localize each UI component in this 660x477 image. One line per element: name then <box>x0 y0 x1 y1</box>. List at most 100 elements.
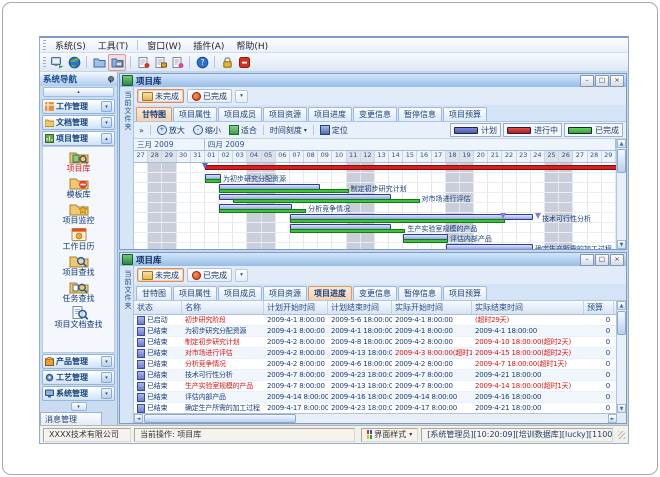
scroll-up-icon[interactable]: ▲ <box>617 301 626 310</box>
sidebar-item[interactable]: 工作日历 <box>43 227 114 252</box>
timescale-button[interactable]: 时间刻度▾ <box>268 125 309 136</box>
column-header-1[interactable]: 名称 <box>182 301 264 314</box>
table-row[interactable]: 已结束确定生产所需的加工过程2009-4-17 8:00:002009-4-23… <box>134 403 616 413</box>
tab-暂停信息[interactable]: 暂停信息 <box>398 286 442 300</box>
table-row[interactable]: 已结束生产实验室规模的产品2009-4-7 8:00:002009-4-13 1… <box>134 381 616 392</box>
window-titlebar[interactable]: 项目库 –□× <box>120 74 626 87</box>
tab-message-management[interactable]: 消息管理 <box>40 412 102 425</box>
column-header-2[interactable]: 计划开始时间 <box>264 301 328 314</box>
toolbar-overflow-button[interactable]: » <box>137 126 146 135</box>
sidebar-section-2[interactable]: 项目管理▴ <box>42 131 115 146</box>
interface-style-dropdown[interactable]: 界面样式 ▾ <box>361 428 418 442</box>
menu-item[interactable]: 插件(A) <box>187 38 230 53</box>
tab-变更信息[interactable]: 变更信息 <box>353 286 397 300</box>
section-toggle-button[interactable]: ▾ <box>101 101 112 112</box>
filter-incomplete-button[interactable]: 未完成 <box>137 268 184 282</box>
sidebar-item[interactable]: 项目查找 <box>43 253 114 278</box>
tab-项目资源[interactable]: 项目资源 <box>263 286 307 300</box>
sidebar-section-1[interactable]: 文档管理▾ <box>42 115 115 130</box>
summary-progress-bar[interactable] <box>205 165 616 170</box>
menubar-gripper[interactable] <box>43 40 46 50</box>
section-toggle-button[interactable]: ▾ <box>101 356 112 367</box>
table-row[interactable]: 已结束为初步研究分配资源2009-4-1 8:00:002009-4-1 18:… <box>134 326 616 337</box>
fit-button[interactable]: 适合 <box>227 125 259 136</box>
tab-项目进度[interactable]: 项目进度 <box>308 286 352 300</box>
tab-项目资源[interactable]: 项目资源 <box>263 107 307 121</box>
tab-项目预算[interactable]: 项目预算 <box>443 107 487 121</box>
menu-item[interactable]: 工具(T) <box>92 38 135 53</box>
tab-暂停信息[interactable]: 暂停信息 <box>398 107 442 121</box>
table-vscrollbar[interactable]: ▲ ▼ <box>616 301 626 413</box>
sidebar-section-3[interactable]: 产品管理▾ <box>42 354 115 369</box>
sidebar-section-0[interactable]: 工作管理▾ <box>42 99 115 114</box>
column-header-3[interactable]: 计划结束时间 <box>328 301 392 314</box>
scroll-left-icon[interactable]: ◄ <box>134 414 143 423</box>
tab-项目成员[interactable]: 项目成员 <box>218 107 262 121</box>
globe-icon[interactable] <box>66 55 82 70</box>
column-header-0[interactable]: 状态 <box>134 301 182 314</box>
minimize-button[interactable]: – <box>580 75 594 87</box>
close-button[interactable]: × <box>610 75 624 87</box>
sidebar-item[interactable]: 项目监控 <box>43 201 114 226</box>
folder-save-icon[interactable] <box>108 54 126 71</box>
close-button[interactable]: × <box>610 254 624 266</box>
filter-overflow-button[interactable]: ▾ <box>235 90 248 103</box>
gantt-body[interactable]: 为初步研究分配资源制定初步研究计划对市场进行评估分析竞争情况技术可行性分析生产实… <box>134 163 616 249</box>
report-mail-icon[interactable] <box>169 55 185 70</box>
pin-icon[interactable] <box>106 75 114 83</box>
scrollbar-thumb[interactable] <box>617 311 626 335</box>
zoom-in-button[interactable]: +放大 <box>155 125 187 136</box>
locate-button[interactable]: 定位 <box>318 125 350 136</box>
section-toggle-button[interactable]: ▾ <box>101 117 112 128</box>
tab-项目属性[interactable]: 项目属性 <box>173 107 217 121</box>
sidebar-item[interactable]: 项目文档查找 <box>43 305 114 330</box>
scroll-down-icon[interactable]: ▼ <box>617 404 626 413</box>
scrollbar-thumb[interactable] <box>144 414 296 423</box>
exit-icon[interactable] <box>236 55 252 70</box>
resize-grip[interactable] <box>618 431 625 439</box>
report-add-icon[interactable] <box>135 55 151 70</box>
table-hscrollbar[interactable]: ◄ ► <box>134 413 617 423</box>
tab-项目成员[interactable]: 项目成员 <box>218 286 262 300</box>
section-toggle-button[interactable]: ▾ <box>101 388 112 399</box>
filter-incomplete-button[interactable]: 未完成 <box>137 89 184 103</box>
scroll-right-icon[interactable]: ► <box>608 414 617 423</box>
filter-complete-button[interactable]: 已完成 <box>187 89 232 103</box>
sidebar-section-4[interactable]: 工艺管理▾ <box>42 370 115 385</box>
window-titlebar[interactable]: 项目库 –□× <box>120 253 626 266</box>
tab-项目预算[interactable]: 项目预算 <box>443 286 487 300</box>
toolbar-gripper[interactable] <box>43 57 46 67</box>
restore-button[interactable]: □ <box>595 75 609 87</box>
table-row[interactable]: 已结束评估内部产品2009-4-14 8:00:002009-4-16 18:0… <box>134 392 616 403</box>
workspace-icon[interactable] <box>49 55 65 70</box>
section-toggle-button[interactable]: ▾ <box>101 372 112 383</box>
column-header-6[interactable]: 预算 <box>584 301 614 314</box>
section-toggle-button[interactable]: ▴ <box>101 133 112 144</box>
table-row[interactable]: 已结束技术可行性分析2009-4-7 8:00:002009-4-23 18:0… <box>134 370 616 381</box>
tab-甘特图[interactable]: 甘特图 <box>136 107 172 121</box>
report-check-icon[interactable] <box>152 55 168 70</box>
tab-项目进度[interactable]: 项目进度 <box>308 107 352 121</box>
sidebar-collapse-button[interactable]: ▴ <box>43 87 114 97</box>
gantt-vscrollbar[interactable]: ▲ ▼ <box>616 139 626 249</box>
tab-甘特图[interactable]: 甘特图 <box>136 286 172 300</box>
tab-变更信息[interactable]: 变更信息 <box>353 107 397 121</box>
zoom-out-button[interactable]: -缩小 <box>191 125 223 136</box>
current-folder-vertical-tab[interactable]: 当前文件夹 <box>120 266 134 423</box>
table-row[interactable]: 已结束对市场进行评估2009-4-2 8:00:002009-4-13 18:0… <box>134 348 616 359</box>
current-folder-vertical-tab[interactable]: 当前文件夹 <box>120 87 134 249</box>
sidebar-item[interactable]: 模板库 <box>43 175 114 200</box>
table-row[interactable]: 已结束分析竞争情况2009-4-2 8:00:002009-4-6 18:00:… <box>134 359 616 370</box>
filter-complete-button[interactable]: 已完成 <box>187 268 232 282</box>
filter-overflow-button[interactable]: ▾ <box>235 269 248 282</box>
scrollbar-thumb[interactable] <box>617 149 626 173</box>
help-icon[interactable]: ? <box>194 55 210 70</box>
menu-item[interactable]: 帮助(H) <box>230 38 274 53</box>
sidebar-item[interactable]: 项目库 <box>43 149 114 174</box>
table-row[interactable]: 已启动初步研究阶段2009-4-1 8:00:002009-5-6 18:00:… <box>134 315 616 326</box>
table-row[interactable]: 已结束制定初步研究计划2009-4-2 8:00:002009-4-8 18:0… <box>134 337 616 348</box>
tab-项目属性[interactable]: 项目属性 <box>173 286 217 300</box>
sidebar-item[interactable]: 任务查找 <box>43 279 114 304</box>
menu-item[interactable]: 窗口(W) <box>141 38 187 53</box>
scroll-down-icon[interactable]: ▼ <box>617 240 626 249</box>
